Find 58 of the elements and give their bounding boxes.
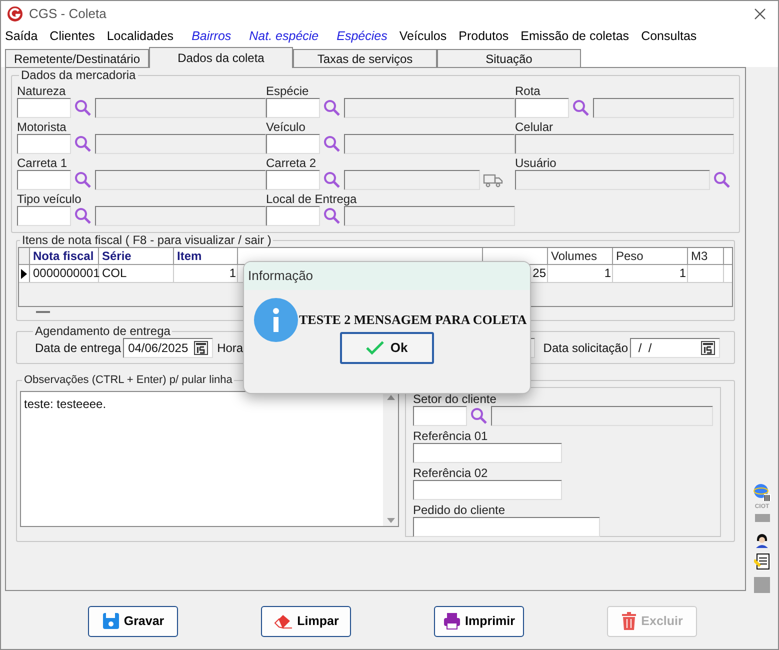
dialog-message: TESTE 2 MENSAGEM PARA COLETA — [299, 311, 527, 330]
table-cell: 1 — [548, 265, 613, 282]
menu-item[interactable]: Veículos — [399, 26, 447, 46]
field-label: Veículo — [266, 120, 306, 134]
field-label: Carreta 2 — [266, 156, 318, 170]
column-header[interactable]: Item — [174, 248, 238, 264]
field-label: Pedido do cliente — [413, 503, 506, 517]
group-title: Itens de nota fiscal ( F8 - para visualizar / sair ) — [21, 234, 272, 247]
dialog-title: Informação — [248, 267, 314, 286]
tab[interactable]: Dados da coleta — [149, 47, 293, 68]
group-title: Observações (CTRL + Enter) p/ pular linha — [23, 374, 234, 387]
field-label: Data de entrega — [35, 340, 122, 357]
table-cell: 1 — [174, 265, 238, 282]
action-button[interactable]: Limpar — [261, 606, 351, 636]
column-header[interactable]: Nota fiscal — [30, 248, 99, 264]
date-field[interactable]: / / — [630, 338, 720, 358]
field-label: Usuário — [515, 156, 558, 170]
field-label: Hora — [217, 340, 244, 357]
field-label: Motorista — [17, 120, 68, 134]
field-label: Natureza — [17, 84, 67, 98]
menu-item[interactable]: Localidades — [106, 26, 174, 46]
field-label: Referência 01 — [413, 429, 489, 443]
menu-item[interactable]: Nat. espécie — [249, 26, 319, 46]
field-label: Tipo veículo — [17, 192, 82, 206]
column-header[interactable]: Série — [99, 248, 174, 264]
field-label: Referência 02 — [413, 466, 489, 480]
table-cell: 0000000001 — [30, 265, 99, 282]
notes-textarea[interactable]: teste: testeeee. — [20, 391, 399, 527]
field-label: Rota — [515, 84, 542, 98]
group-title: Agendamento de entrega — [34, 325, 172, 338]
field-label: Espécie — [266, 84, 310, 98]
column-header[interactable]: Volumes — [548, 248, 613, 264]
menu-item[interactable]: Consultas — [641, 26, 697, 46]
column-header[interactable]: Peso — [613, 248, 688, 264]
table-cell: 1 — [613, 265, 688, 282]
menu-item[interactable]: Saída — [5, 26, 38, 46]
tab[interactable]: Remetente/Destinatário — [5, 49, 149, 67]
date-field[interactable]: 04/06/2025 — [123, 338, 214, 358]
menu-item[interactable]: Espécies — [336, 26, 388, 46]
field-label: Carreta 1 — [17, 156, 68, 170]
tab[interactable]: Situação — [437, 49, 581, 67]
table-cell: COL — [99, 265, 174, 282]
menu-item[interactable]: Clientes — [50, 26, 95, 46]
tab[interactable]: Taxas de serviços — [293, 49, 437, 67]
ok-button[interactable]: Ok — [340, 332, 434, 364]
action-button[interactable]: Gravar — [88, 606, 178, 636]
column-header[interactable]: M3 — [688, 248, 724, 264]
action-button[interactable]: Imprimir — [434, 606, 524, 636]
field-label: Data solicitação — [543, 340, 628, 357]
field-label: Setor do cliente — [413, 392, 498, 406]
group-title: Dados da mercadoria — [20, 69, 137, 82]
menu-item[interactable]: Produtos — [458, 26, 509, 46]
window-title: CGS - Coleta — [29, 4, 106, 23]
field-label: Celular — [515, 120, 554, 134]
menu-item[interactable]: Bairros — [192, 26, 232, 46]
field-label: Local de Entrega — [266, 192, 358, 206]
notes-text: teste: testeeee. — [23, 396, 108, 413]
menu-item[interactable]: Emissão de coletas — [520, 26, 630, 46]
